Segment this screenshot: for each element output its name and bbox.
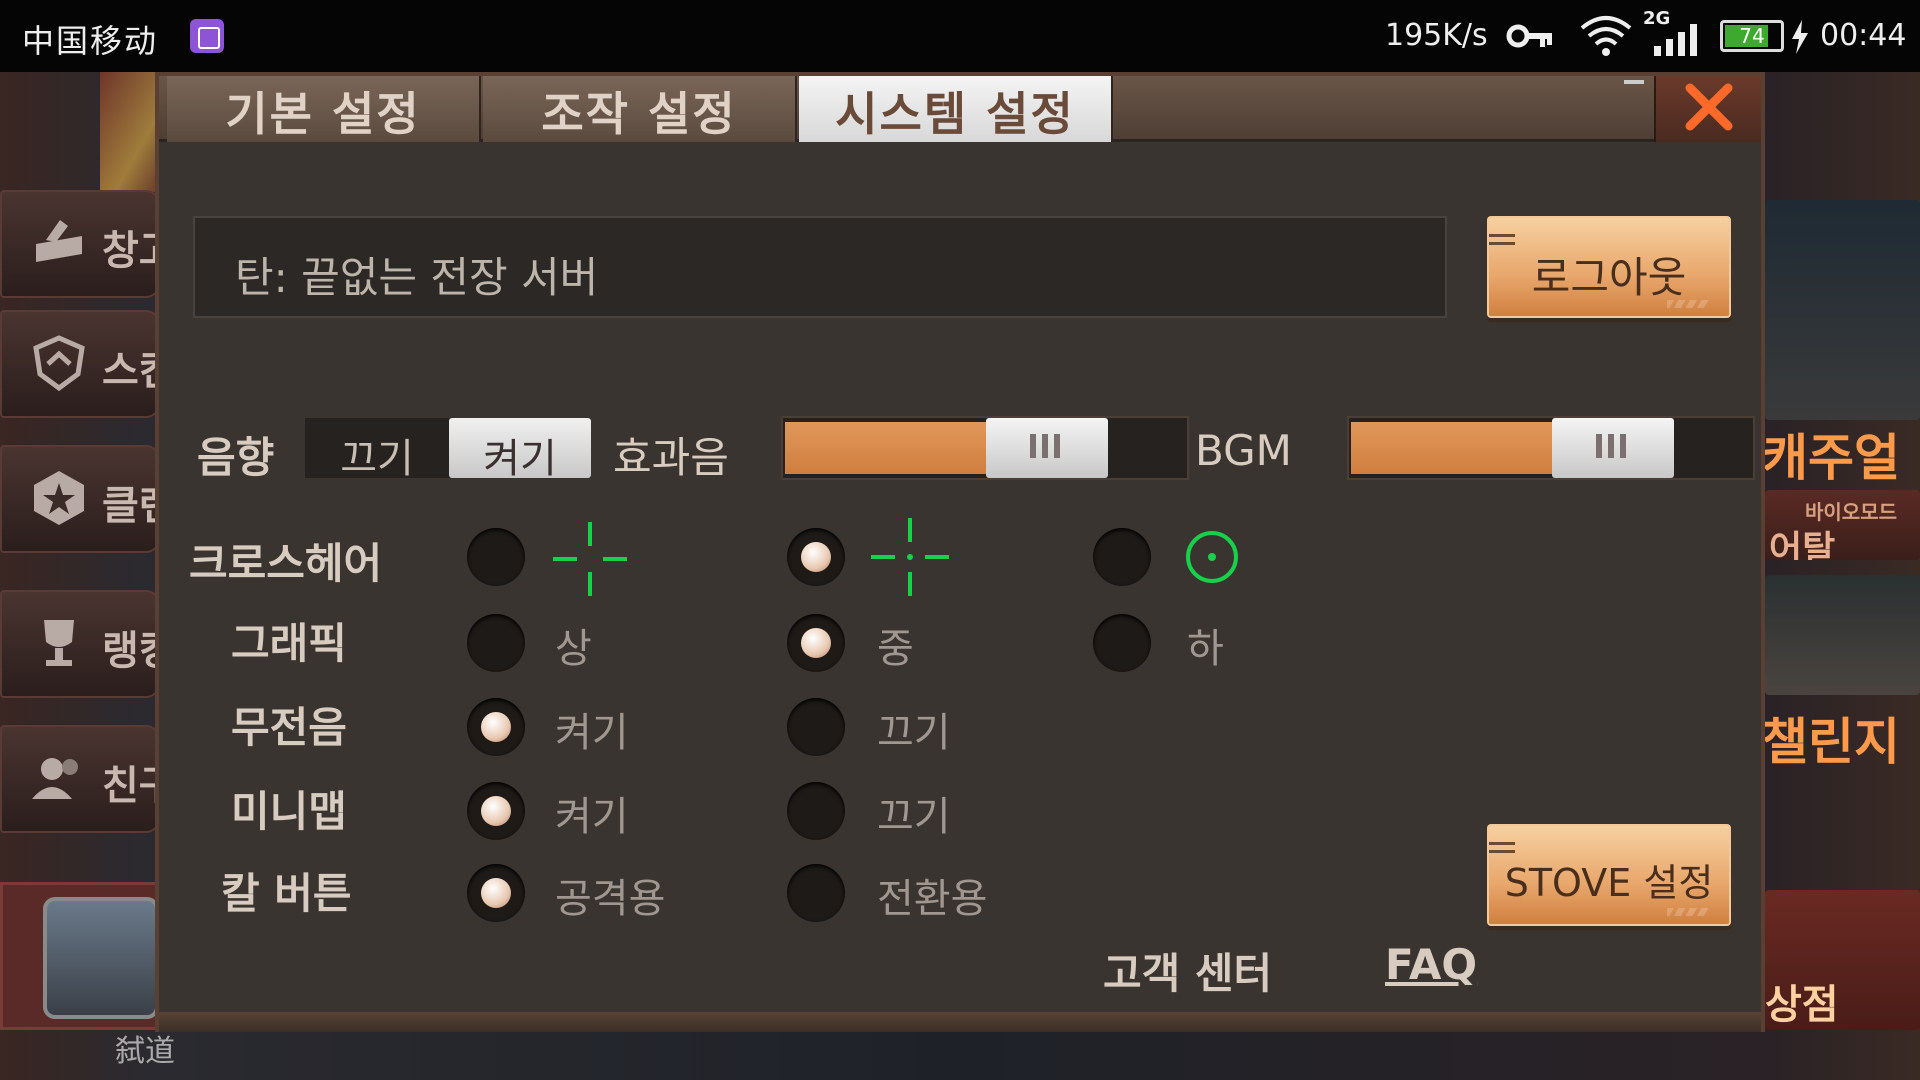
side-menu-storage[interactable]: 창고 xyxy=(0,190,176,298)
sound-toggle[interactable]: 끄기 켜기 xyxy=(303,416,593,482)
knife-button-label: 칼 버튼 xyxy=(221,869,352,918)
signal-icon xyxy=(1654,24,1697,56)
sound-on-option[interactable]: 켜기 xyxy=(449,418,591,482)
crosshair-circle-icon xyxy=(1186,531,1238,583)
bgm-volume-handle[interactable] xyxy=(1552,418,1674,478)
shop-label: 상점 xyxy=(1765,982,1839,1028)
graphics-medium-radio[interactable] xyxy=(787,614,845,672)
server-name: 탄: 끝없는 전장 서버 xyxy=(235,253,599,302)
server-info-box: 탄: 끝없는 전장 서버 xyxy=(193,216,1447,318)
star-badge-icon xyxy=(34,471,84,525)
minimap-off-radio[interactable] xyxy=(787,782,845,840)
side-menu-clan[interactable]: 클랜 xyxy=(0,445,176,553)
gallery-notification-icon xyxy=(190,19,224,53)
close-icon xyxy=(1685,83,1733,131)
bio-mode-banner[interactable]: 바이오모드 어탈 xyxy=(1765,490,1920,560)
graphics-label: 그래픽 xyxy=(231,619,347,668)
button-accent xyxy=(1489,234,1515,237)
battery-icon: 74 xyxy=(1720,20,1784,52)
challenge-label[interactable]: 챌린지 xyxy=(1762,702,1900,774)
crosshair-cross-icon xyxy=(553,522,627,596)
tab-control-settings[interactable]: 조작 설정 xyxy=(483,76,797,142)
carrier-name: 中国移动 xyxy=(22,22,159,60)
knife-attack-radio[interactable] xyxy=(467,864,525,922)
graphics-low-radio[interactable] xyxy=(1093,614,1151,672)
tab-label: 기본 설정 xyxy=(225,87,421,141)
logout-button[interactable]: 로그아웃 xyxy=(1487,216,1731,318)
bgm-label: BGM xyxy=(1195,426,1292,475)
friends-icon xyxy=(32,758,78,799)
challenge-art xyxy=(1765,575,1920,695)
shield-icon xyxy=(33,335,85,392)
escape-mode-label: 어탈 xyxy=(1769,529,1836,560)
vpn-key-icon xyxy=(1506,24,1552,48)
storage-icon xyxy=(36,220,82,262)
effects-label: 효과음 xyxy=(613,433,729,482)
radio-voice-on-label: 켜기 xyxy=(555,710,629,756)
sound-off-option[interactable]: 끄기 xyxy=(305,418,449,482)
effects-volume-fill xyxy=(785,422,998,474)
close-button[interactable] xyxy=(1654,76,1761,142)
side-menu-friends[interactable]: 친구 xyxy=(0,725,176,833)
knife-attack-label: 공격용 xyxy=(555,876,666,922)
stove-settings-label: STOVE 설정 xyxy=(1504,861,1714,905)
graphics-low-label: 하 xyxy=(1187,626,1224,672)
settings-dialog: 기본 설정 조작 설정 시스템 설정 탄: 끝없는 전장 서버 로그아웃 음향 … xyxy=(155,72,1765,1032)
minimap-label: 미니맵 xyxy=(231,787,347,836)
crosshair-option-2-radio[interactable] xyxy=(787,528,845,586)
button-stripe xyxy=(1667,300,1709,308)
graphics-medium-label: 중 xyxy=(877,626,914,672)
status-bar: 中国移动 195K/s 2G 74 00:44 xyxy=(0,0,1920,72)
radio-voice-on-radio[interactable] xyxy=(467,698,525,756)
shop-banner[interactable]: 상점 xyxy=(1765,890,1920,1030)
tab-label: 시스템 설정 xyxy=(835,87,1075,141)
minimap-on-radio[interactable] xyxy=(467,782,525,840)
side-menu-skin[interactable]: 스킨 xyxy=(0,310,176,418)
faq-link[interactable]: FAQ xyxy=(1385,940,1477,989)
sound-label: 음향 xyxy=(197,433,275,482)
customer-center-link[interactable]: 고객 센터 xyxy=(1103,940,1272,1001)
trophy-icon xyxy=(44,620,74,666)
minimap-off-label: 끄기 xyxy=(877,794,951,840)
knife-switch-radio[interactable] xyxy=(787,864,845,922)
battery-level: 74 xyxy=(1739,24,1765,48)
tab-label: 조작 설정 xyxy=(541,87,737,141)
crosshair-option-3-radio[interactable] xyxy=(1093,528,1151,586)
sound-off-label: 끄기 xyxy=(340,436,414,482)
stove-settings-button[interactable]: STOVE 설정 xyxy=(1487,824,1731,926)
button-accent xyxy=(1489,842,1515,845)
tab-bar: 기본 설정 조작 설정 시스템 설정 xyxy=(159,76,1761,142)
knife-switch-label: 전환용 xyxy=(877,876,988,922)
charging-icon xyxy=(1792,20,1808,54)
dialog-bottom-bar xyxy=(159,1012,1761,1032)
effects-volume-slider[interactable] xyxy=(781,416,1189,480)
tab-basic-settings[interactable]: 기본 설정 xyxy=(167,76,481,142)
player-name: 弑道 xyxy=(115,1034,175,1069)
logout-label: 로그아웃 xyxy=(1531,253,1687,302)
tab-system-settings[interactable]: 시스템 설정 xyxy=(799,76,1113,142)
player-card[interactable] xyxy=(0,882,160,1030)
radio-voice-label: 무전음 xyxy=(231,703,347,752)
crosshair-dot-cross-icon xyxy=(871,518,949,596)
radio-voice-off-radio[interactable] xyxy=(787,698,845,756)
graphics-high-label: 상 xyxy=(555,626,592,672)
graphics-high-radio[interactable] xyxy=(467,614,525,672)
minimize-mark xyxy=(1624,80,1644,84)
minimap-on-label: 켜기 xyxy=(555,794,629,840)
clock: 00:44 xyxy=(1820,18,1907,53)
crosshair-option-1-radio[interactable] xyxy=(467,528,525,586)
crosshair-label: 크로스헤어 xyxy=(189,539,383,588)
radio-voice-off-label: 끄기 xyxy=(877,710,951,756)
bgm-volume-slider[interactable] xyxy=(1347,416,1755,480)
avatar xyxy=(43,897,159,1019)
sound-on-label: 켜기 xyxy=(483,436,557,482)
side-menu-ranking[interactable]: 랭킹 xyxy=(0,590,176,698)
network-speed: 195K/s xyxy=(1385,18,1488,53)
casual-mode-label[interactable]: 캐주얼 xyxy=(1762,418,1900,490)
button-stripe xyxy=(1667,908,1709,916)
effects-volume-handle[interactable] xyxy=(986,418,1108,478)
right-promo-art xyxy=(1765,200,1920,420)
bgm-volume-fill xyxy=(1351,422,1564,474)
wifi-icon xyxy=(1580,16,1632,56)
